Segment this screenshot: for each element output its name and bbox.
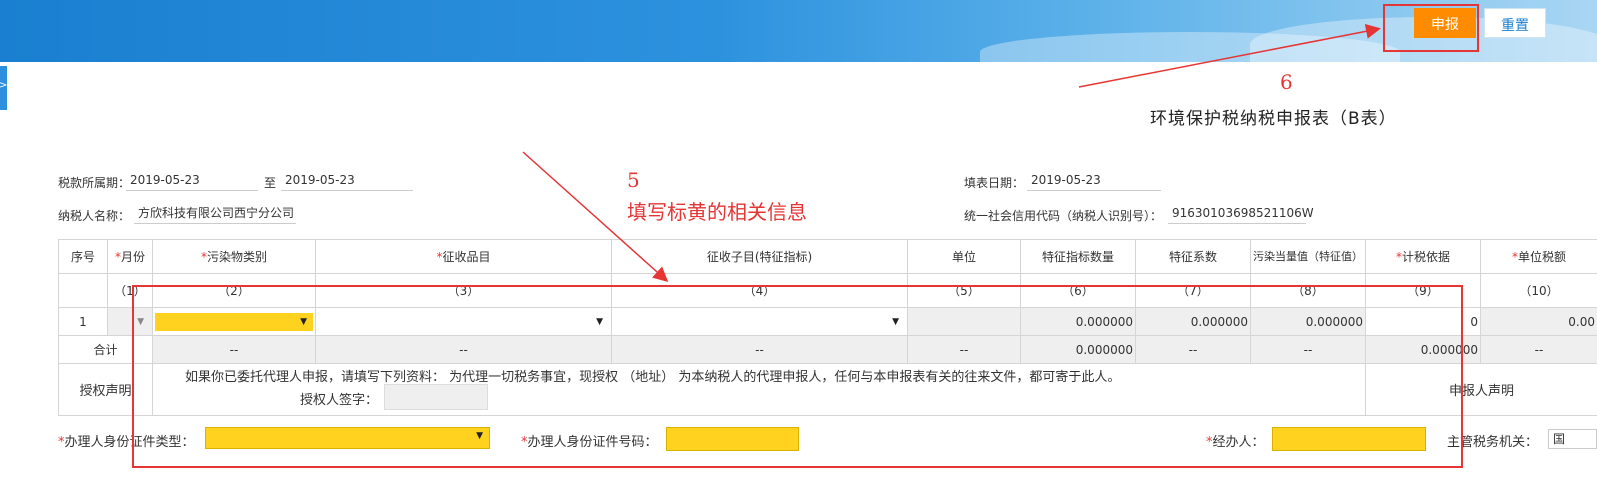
column-number-row: （1） （2） （3） （4） （5） （6） （7） （8） （9） （10） [58,273,1597,308]
col-number: （2） [152,273,316,308]
col-number: （5） [907,273,1021,308]
annotation-step-5: 5 [627,168,640,192]
pollution-equiv-cell: 0.000000 [1250,307,1366,336]
total-feature-qty: 0.000000 [1020,335,1136,364]
unit-tax-cell: 0.00 [1480,307,1597,336]
feature-qty-cell[interactable]: 0.000000 [1020,307,1136,336]
auth-sign-input[interactable] [384,384,488,410]
month-select[interactable]: ▼ [107,307,153,336]
total-row: 合计 -- -- -- -- 0.000000 -- -- 0.000000 -… [58,335,1597,364]
pollutant-category-cell: ▼ [152,307,316,336]
col-number: （4） [611,273,908,308]
row-seq: 1 [58,307,108,336]
chevron-down-icon: ▼ [596,316,603,327]
tax-authority-select[interactable]: 国 [1548,429,1597,449]
reset-button[interactable]: 重置 [1484,8,1546,38]
col-header-feature-coef: 特征系数 [1135,239,1251,274]
fill-date-label: 填表日期： [964,176,1025,190]
auth-sign-label: 授权人签字： [300,393,379,408]
col-header-seq: 序号 [58,239,108,274]
col-number: （3） [315,273,612,308]
total-cell: -- [152,335,316,364]
chevron-down-icon: ▼ [892,316,899,327]
tax-authority-label: 主管税务机关： [1447,435,1539,450]
col-header-sub-item: 征收子目(特征指标) [611,239,908,274]
col-number: （8） [1250,273,1366,308]
total-cell: -- [1135,335,1251,364]
col-header-tax-item: *征收品目 [315,239,612,274]
col-number: （6） [1020,273,1136,308]
annotation-step-5-text: 填写标黄的相关信息 [627,200,807,224]
col-number [58,273,108,308]
id-type-select[interactable]: ▼ [205,427,490,449]
col-header-pollutant-category: *污染物类别 [152,239,316,274]
credit-code-field: 91630103698521106W [1168,204,1314,224]
period-end-field[interactable]: 2019-05-23 [281,171,413,191]
col-header-month: *月份 [107,239,153,274]
id-number-input[interactable] [666,427,799,451]
col-number: （9） [1365,273,1481,308]
pollutant-category-select[interactable]: ▼ [155,312,313,331]
tax-item-select[interactable]: ▼ [318,313,609,331]
total-cell: -- [1250,335,1366,364]
authorization-text: 如果你已委托代理人申报，请填写下列资料： 为代理一切税务事宜，现授权 （地址） … [185,370,1121,385]
tax-basis-cell[interactable]: 0 [1365,307,1481,336]
col-number: （1） [107,273,153,308]
credit-code-label: 统一社会信用代码（纳税人识别号）： [964,209,1163,223]
col-header-tax-basis: *计税依据 [1365,239,1481,274]
chevron-down-icon: ▼ [300,316,307,327]
header-row: 序号 *月份 *污染物类别 *征收品目 征收子目(特征指标) 单位 特征指标数量… [58,239,1597,274]
taxpayer-name-label: 纳税人名称： [58,209,131,223]
taxpayer-name-field: 方欣科技有限公司西宁分公司 [134,204,296,224]
col-number: （10） [1480,273,1597,308]
id-number-label: *办理人身份证件号码： [521,435,658,450]
col-header-unit-tax: *单位税额 [1480,239,1597,274]
submit-highlight-box [1383,4,1479,52]
fill-date-field[interactable]: 2019-05-23 [1027,171,1161,191]
handler-input[interactable] [1272,427,1426,451]
total-cell: -- [1480,335,1597,364]
unit-cell [907,307,1021,336]
to-label: 至 [264,176,277,190]
feature-coef-cell: 0.000000 [1135,307,1251,336]
declarant-label: 申报人声明 [1365,363,1597,416]
annotation-step-6: 6 [1280,70,1293,94]
total-cell: -- [315,335,612,364]
col-header-pollution-equiv: 污染当量值（特征值） [1250,239,1366,274]
col-header-unit: 单位 [907,239,1021,274]
period-label: 税款所属期： [58,176,131,190]
table-row: 1 ▼ ▼ ▼ ▼ 0.000000 0.000000 0.000000 0 0… [58,307,1597,336]
sub-item-select[interactable]: ▼ [614,313,905,331]
total-tax-basis: 0.000000 [1365,335,1481,364]
id-type-label: *办理人身份证件类型： [58,435,195,450]
side-collapse-tab[interactable]: > [0,66,7,110]
total-label: 合计 [58,335,153,364]
chevron-right-icon: > [0,80,8,91]
form-title: 环境保护税纳税申报表（B表） [1150,109,1397,129]
handler-label: *经办人： [1206,435,1265,450]
col-number: （7） [1135,273,1251,308]
declaration-table: 序号 *月份 *污染物类别 *征收品目 征收子目(特征指标) 单位 特征指标数量… [58,239,1597,416]
sub-item-cell: ▼ [611,307,908,336]
period-start-field[interactable]: 2019-05-23 [126,171,258,191]
chevron-down-icon: ▼ [476,431,483,441]
col-header-feature-qty: 特征指标数量 [1020,239,1136,274]
total-cell: -- [907,335,1021,364]
top-banner [0,0,1597,62]
chevron-down-icon: ▼ [137,316,144,327]
auth-label: 授权声明 [58,363,153,416]
total-cell: -- [611,335,908,364]
tax-item-cell: ▼ [315,307,612,336]
